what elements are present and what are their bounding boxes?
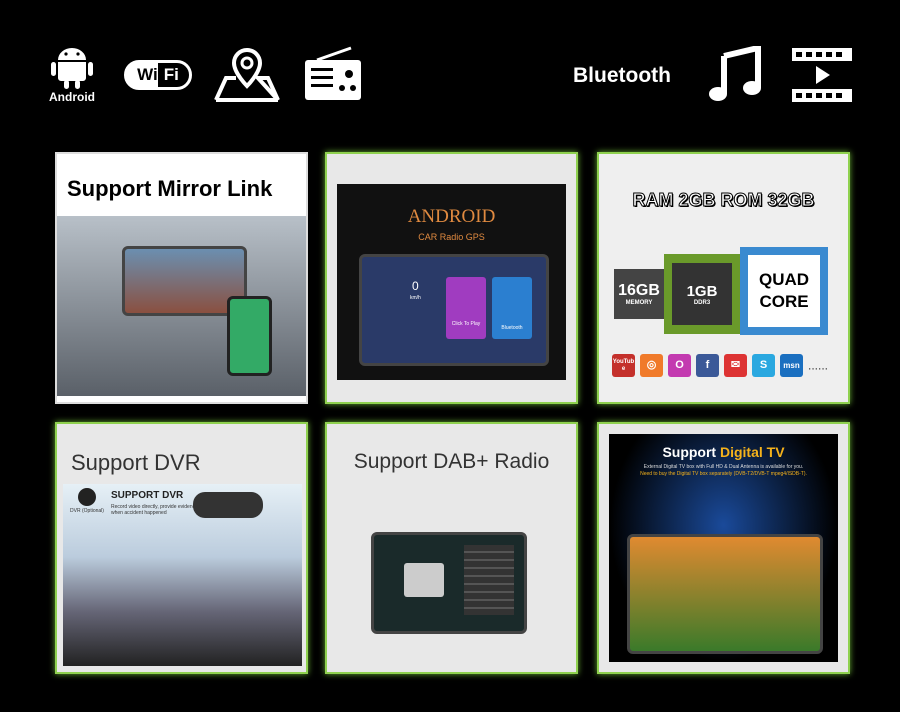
tv-screen	[627, 534, 823, 654]
video-film-icon	[792, 48, 852, 102]
more-ellipsis: ......	[808, 358, 829, 373]
wifi-icon: Wi Fi	[124, 60, 192, 90]
music-widget: Click To Play	[446, 277, 486, 339]
card-specs: RAM 2GB ROM 32GB 16GB MEMORY 1GB DDR3 QUAD…	[597, 152, 850, 404]
phone-image	[227, 296, 272, 376]
app-icons-row: YouTube ◎ Of ✉ Smsn......	[612, 354, 828, 377]
skype-icon: S	[752, 354, 775, 377]
card-android-radio: ANDROID CAR Radio GPS 0 km/h Click To Pl…	[325, 152, 578, 404]
dvr-heading: SUPPORT DVR	[111, 490, 184, 501]
android-heading: ANDROID	[407, 206, 496, 227]
dvr-description: Record video directly, provide evidence …	[111, 504, 198, 516]
card-title: Support Mirror Link	[67, 176, 273, 201]
card-mirror-link: Support Mirror Link	[55, 152, 308, 404]
station-list	[464, 545, 514, 615]
youtube-logo-text: YouTube	[612, 359, 635, 372]
rearview-mirror	[193, 492, 263, 518]
map-location-icon	[214, 47, 280, 102]
android-subtitle: CAR Radio GPS	[418, 232, 485, 242]
radio-graphic	[404, 563, 444, 597]
dab-radio-screen	[371, 532, 527, 634]
speed-unit: km/h	[410, 295, 421, 301]
memory-chip: 16GB MEMORY	[614, 269, 664, 319]
cpu-chip: QUAD CORE	[740, 247, 828, 335]
card-dvr: Support DVR DVR (Optional) SUPPORT DVR R…	[55, 422, 308, 674]
android-feature: Android	[48, 42, 96, 104]
opera-icon: O	[668, 354, 691, 377]
mail-icon: ✉	[724, 354, 747, 377]
music-note-icon	[709, 46, 761, 101]
card-title: Support DVR	[71, 450, 201, 475]
card-title: Support DAB+ Radio	[353, 450, 550, 473]
msn-logo-text: msn	[783, 361, 800, 370]
podcast-icon: ◎	[640, 354, 663, 377]
dvr-image: DVR (Optional) SUPPORT DVR Record video …	[63, 484, 302, 666]
card-digital-tv: Support Digital TV External Digital TV b…	[597, 422, 850, 674]
bluetooth-label: Bluetooth	[573, 64, 671, 87]
tv-title: Support Digital TV	[662, 444, 785, 460]
ram-chip: 1GB DDR3	[664, 254, 740, 334]
ram-rom-title: RAM 2GB ROM 32GB	[632, 190, 815, 211]
card-dab-radio: Support DAB+ Radio	[325, 422, 578, 674]
youtube-icon: YouTube	[612, 354, 635, 377]
tv-info-line-1: External Digital TV box with Full HD & D…	[643, 464, 804, 470]
tv-info-line-2: Need to buy the Digital TV box separatel…	[640, 471, 807, 477]
facebook-icon: f	[696, 354, 719, 377]
bluetooth-widget: Bluetooth	[492, 277, 532, 339]
car-dashboard-image	[57, 216, 306, 396]
msn-icon: msn	[780, 354, 803, 377]
radio-icon	[305, 46, 361, 100]
android-label: Android	[49, 90, 95, 104]
dvr-icon: DVR (Optional)	[67, 488, 107, 514]
android-icon	[51, 48, 93, 89]
speed-value: 0	[412, 279, 419, 293]
